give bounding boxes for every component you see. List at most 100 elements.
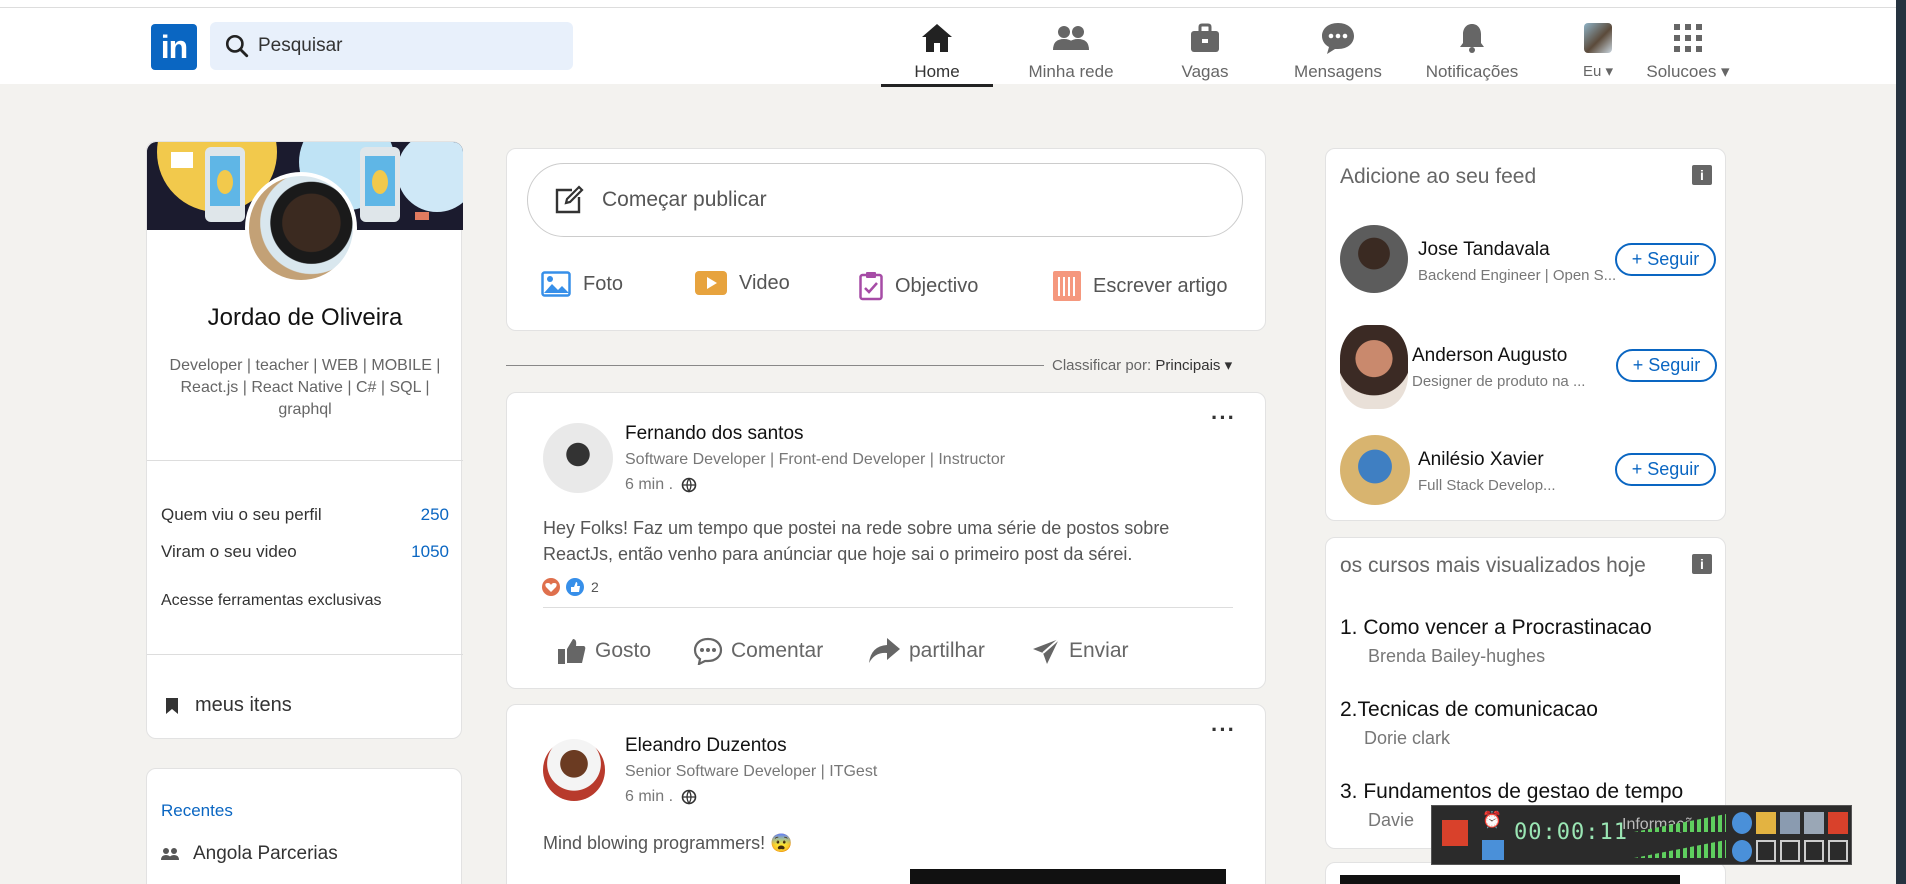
nav-me-label: Eu ▾ bbox=[1582, 63, 1614, 80]
monitor-icon[interactable] bbox=[1803, 840, 1824, 862]
group-icon bbox=[161, 848, 179, 860]
window-icon[interactable] bbox=[1779, 840, 1800, 862]
nav-solutions[interactable]: Solucoes ▾ bbox=[1638, 16, 1738, 84]
post-media[interactable] bbox=[910, 869, 1226, 884]
sort-control[interactable]: Classificar por: Principais ▾ bbox=[1052, 356, 1232, 374]
fullscreen-icon[interactable] bbox=[1755, 840, 1776, 862]
suggestion-name[interactable]: Anilésio Xavier bbox=[1418, 449, 1544, 471]
comment-icon bbox=[693, 637, 723, 665]
post-divider bbox=[543, 607, 1233, 608]
edit-icon bbox=[555, 185, 584, 214]
course-number: 2. bbox=[1340, 698, 1358, 721]
recorder-toolbar-bottom[interactable] bbox=[1732, 840, 1848, 862]
course-title: Fundamentos de gestao de tempo bbox=[1363, 780, 1684, 803]
pen-icon[interactable] bbox=[1804, 812, 1824, 834]
article-icon bbox=[1053, 271, 1081, 301]
post-more-icon[interactable]: ··· bbox=[1211, 405, 1236, 431]
nav-notifications[interactable]: Notificações bbox=[1420, 16, 1524, 84]
course-author: Davie bbox=[1368, 810, 1415, 830]
course-item[interactable]: 2.Tecnicas de comunicacao bbox=[1340, 698, 1598, 722]
pause-icon[interactable] bbox=[1482, 840, 1504, 860]
comment-label: Comentar bbox=[731, 639, 824, 662]
nav-jobs[interactable]: Vagas bbox=[1170, 16, 1240, 84]
recent-item[interactable]: Angola Parcerias bbox=[161, 843, 338, 865]
course-author: Brenda Bailey-hughes bbox=[1368, 646, 1546, 666]
grid-icon bbox=[1674, 24, 1702, 52]
share-button[interactable]: partilhar bbox=[867, 637, 985, 665]
info-icon[interactable]: i bbox=[1692, 165, 1712, 185]
post-more-icon[interactable]: ··· bbox=[1211, 717, 1236, 743]
webcam-icon[interactable] bbox=[1732, 812, 1752, 834]
course-number: 1. bbox=[1340, 616, 1358, 639]
share-icon bbox=[869, 638, 900, 663]
course-item[interactable]: 3. Fundamentos de gestao de tempo bbox=[1340, 780, 1683, 804]
stat-value: 250 bbox=[420, 505, 449, 524]
recorder-toolbar-top[interactable] bbox=[1732, 812, 1848, 834]
post-author-avatar[interactable] bbox=[543, 423, 613, 493]
nav-home[interactable]: Home bbox=[890, 16, 984, 84]
nav-notifications-label: Notificações bbox=[1425, 62, 1519, 81]
folder-icon[interactable] bbox=[1756, 812, 1776, 834]
post-author-name[interactable]: Fernando dos santos bbox=[625, 423, 804, 445]
start-post-button[interactable]: Começar publicar bbox=[527, 163, 1243, 237]
close-icon[interactable] bbox=[1828, 812, 1848, 834]
post-author-name[interactable]: Eleandro Duzentos bbox=[625, 735, 787, 757]
post-time-label: 6 min . bbox=[625, 788, 674, 805]
post-author-avatar[interactable] bbox=[543, 739, 605, 801]
card-media bbox=[1340, 875, 1680, 884]
send-button[interactable]: Enviar bbox=[1031, 637, 1129, 665]
course-title: Como vencer a Procrastinacao bbox=[1363, 616, 1652, 639]
course-item[interactable]: 1. Como vencer a Procrastinacao bbox=[1340, 616, 1652, 640]
video-action[interactable]: Video bbox=[695, 271, 790, 295]
feed-title: Adicione ao seu feed bbox=[1340, 165, 1537, 188]
my-items-link[interactable]: meus itens bbox=[165, 694, 292, 717]
sort-label: Classificar por: bbox=[1052, 357, 1152, 374]
linkedin-logo[interactable]: in bbox=[151, 24, 197, 70]
top-courses-card: os cursos mais visualizados hoje i 1. Co… bbox=[1325, 537, 1726, 849]
suggestion-name[interactable]: Jose Tandavala bbox=[1418, 239, 1550, 261]
follow-button[interactable]: + Seguir bbox=[1615, 243, 1716, 276]
suggestion-avatar[interactable] bbox=[1340, 435, 1410, 505]
search-input[interactable] bbox=[258, 35, 558, 57]
nav-me[interactable]: Eu ▾ bbox=[1568, 16, 1628, 84]
clipboard-icon bbox=[859, 272, 883, 301]
nav-messages-label: Mensagens bbox=[1294, 62, 1382, 81]
bookmark-icon bbox=[166, 697, 178, 714]
objective-action[interactable]: Objectivo bbox=[859, 271, 978, 301]
feed-post: Fernando dos santos Software Developer |… bbox=[506, 392, 1266, 689]
stat-label: Viram o seu video bbox=[161, 542, 297, 561]
follow-button[interactable]: + Seguir bbox=[1616, 349, 1717, 382]
suggestion-avatar[interactable] bbox=[1340, 225, 1408, 293]
start-post-label: Começar publicar bbox=[602, 188, 767, 211]
settings-icon[interactable] bbox=[1780, 812, 1800, 834]
screen-recorder-widget[interactable]: ⏰ 00:00:11 Informações bbox=[1431, 805, 1852, 865]
suggestion-avatar[interactable] bbox=[1340, 325, 1408, 409]
info-icon[interactable]: i bbox=[1692, 554, 1712, 574]
sort-value[interactable]: Principais ▾ bbox=[1155, 357, 1232, 374]
post-reactions[interactable]: 2 bbox=[541, 577, 599, 597]
mic-level-bar bbox=[1634, 840, 1726, 858]
nav-network[interactable]: Minha rede bbox=[1021, 16, 1121, 84]
write-article-action[interactable]: Escrever artigo bbox=[1053, 271, 1228, 301]
follow-button[interactable]: + Seguir bbox=[1615, 453, 1716, 486]
suggestion-name[interactable]: Anderson Augusto bbox=[1412, 345, 1567, 367]
record-stop-icon[interactable] bbox=[1442, 820, 1468, 846]
exclusive-tools-link[interactable]: Acesse ferramentas exclusivas bbox=[161, 592, 382, 610]
stat-label: Quem viu o seu perfil bbox=[161, 505, 322, 524]
comment-button[interactable]: Comentar bbox=[693, 637, 823, 665]
photo-action[interactable]: Foto bbox=[541, 271, 623, 297]
profile-divider bbox=[147, 460, 463, 461]
post-text: Mind blowing programmers! 😨 bbox=[543, 833, 793, 853]
search-box[interactable] bbox=[210, 22, 573, 70]
profile-name[interactable]: Jordao de Oliveira bbox=[147, 304, 463, 332]
stat-video-views[interactable]: Viram o seu video 1050 bbox=[161, 542, 449, 562]
stat-profile-views[interactable]: Quem viu o seu perfil 250 bbox=[161, 505, 449, 525]
nav-messages[interactable]: Mensagens bbox=[1286, 16, 1390, 84]
thumbs-up-icon bbox=[558, 639, 586, 664]
profile-avatar[interactable] bbox=[245, 172, 357, 284]
send-icon bbox=[1033, 638, 1060, 664]
suggestion-headline: Backend Engineer | Open S... bbox=[1418, 267, 1617, 284]
like-button[interactable]: Gosto bbox=[557, 637, 651, 665]
dual-monitor-icon[interactable] bbox=[1827, 840, 1848, 862]
audio-icon[interactable] bbox=[1732, 840, 1752, 862]
